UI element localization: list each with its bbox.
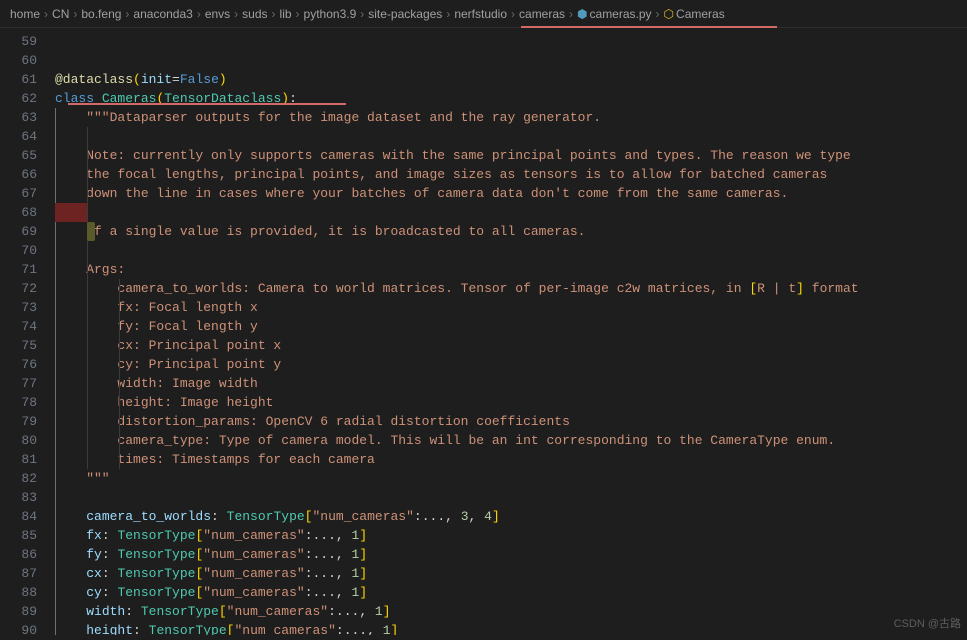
breadcrumb-item[interactable]: suds (242, 7, 267, 21)
chevron-right-icon: › (44, 7, 48, 21)
watermark: CSDN @古路 (894, 615, 961, 631)
chevron-right-icon: › (197, 7, 201, 21)
chevron-right-icon: › (296, 7, 300, 21)
chevron-right-icon: › (446, 7, 450, 21)
chevron-right-icon: › (656, 7, 660, 21)
chevron-right-icon: › (360, 7, 364, 21)
breadcrumb-item[interactable]: home (10, 7, 40, 21)
breadcrumb-item[interactable]: python3.9 (304, 7, 357, 21)
chevron-right-icon: › (73, 7, 77, 21)
breadcrumb-item[interactable]: site-packages (368, 7, 442, 21)
breadcrumb-item[interactable]: bo.feng (81, 7, 121, 21)
breadcrumb-item[interactable]: CN (52, 7, 69, 21)
breadcrumb-item[interactable]: envs (205, 7, 230, 21)
chevron-right-icon: › (569, 7, 573, 21)
python-file-icon: ⬢ (577, 7, 587, 21)
chevron-right-icon: › (234, 7, 238, 21)
breadcrumb-symbol[interactable]: ⬡Cameras (664, 7, 725, 21)
chevron-right-icon: › (125, 7, 129, 21)
code-editor[interactable]: 5960616263646566676869707172737475767778… (0, 28, 967, 635)
class-symbol-icon: ⬡ (664, 7, 674, 21)
annotation-underline (68, 103, 346, 105)
line-number-gutter: 5960616263646566676869707172737475767778… (0, 28, 55, 635)
breadcrumb-item[interactable]: lib (280, 7, 292, 21)
breadcrumb-item[interactable]: cameras (519, 7, 565, 21)
code-content[interactable]: @dataclass(init=False)class Cameras(Tens… (55, 28, 967, 635)
overview-ruler[interactable] (955, 56, 967, 635)
breadcrumb-file[interactable]: ⬢cameras.py (577, 7, 652, 21)
breadcrumb-item[interactable]: anaconda3 (133, 7, 192, 21)
breadcrumb-item[interactable]: nerfstudio (454, 7, 507, 21)
chevron-right-icon: › (272, 7, 276, 21)
chevron-right-icon: › (511, 7, 515, 21)
breadcrumb: home › CN › bo.feng › anaconda3 › envs › suds… (0, 0, 967, 28)
